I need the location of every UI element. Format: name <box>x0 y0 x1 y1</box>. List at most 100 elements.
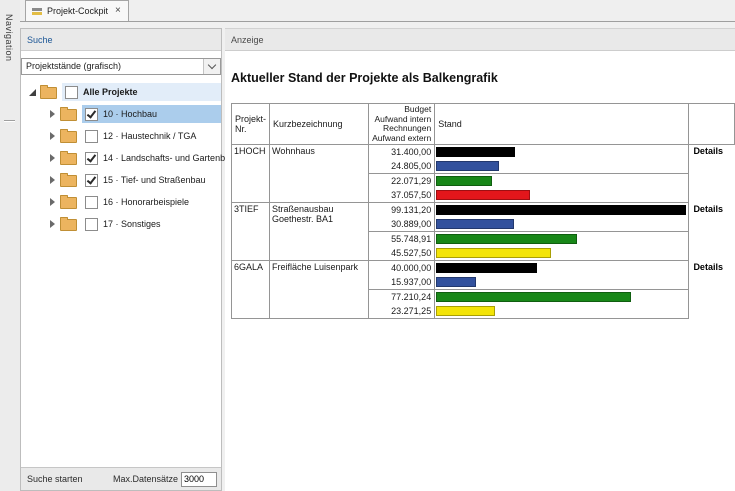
cell-value: 77.210,24 <box>369 290 435 305</box>
column-header-projekt-nr: Projekt-Nr. <box>232 104 270 145</box>
details-link[interactable]: Details <box>693 146 723 156</box>
max-records-input[interactable] <box>181 472 217 487</box>
projects-table-grid: Projekt-Nr.KurzbezeichnungBudgetAufwand … <box>231 103 735 319</box>
checkbox[interactable] <box>85 196 98 209</box>
cell-details: Details <box>689 203 735 261</box>
main-panel: Anzeige Aktueller Stand der Projekte als… <box>225 28 735 491</box>
cell-value: 99.131,20 <box>369 203 435 218</box>
tree-item[interactable]: 17 · Sonstiges <box>21 213 221 235</box>
cell-value: 24.805,00 <box>369 159 435 174</box>
cell-value: 40.000,00 <box>369 261 435 276</box>
tree-item[interactable]: 10 · Hochbau <box>21 103 221 125</box>
expander-icon[interactable] <box>46 132 58 140</box>
search-type-dropdown[interactable]: Projektstände (grafisch) <box>21 58 221 75</box>
cell-kurzbezeichnung: Wohnhaus <box>270 145 369 203</box>
tree-item-body: 10 · Hochbau <box>82 105 221 123</box>
tab-title: Projekt-Cockpit <box>47 6 108 16</box>
stand-bar <box>436 234 577 244</box>
search-type-dropdown-value: Projektstände (grafisch) <box>22 59 203 74</box>
tree-item-label: 14 · Landschafts- und Gartenbau <box>103 153 235 163</box>
expander-icon[interactable] <box>26 89 38 96</box>
tree-item[interactable]: 15 · Tief- und Straßenbau <box>21 169 221 191</box>
stand-bar <box>436 277 476 287</box>
expander-icon[interactable] <box>46 176 58 184</box>
sidebar-panel: Suche Projektstände (grafisch) Alle Proj… <box>20 28 222 491</box>
details-link[interactable]: Details <box>693 204 723 214</box>
projects-table: Projekt-Nr.KurzbezeichnungBudgetAufwand … <box>231 103 735 319</box>
folder-icon <box>60 219 77 231</box>
cell-kurzbezeichnung: Straßenausbau Goethestr. BA1 <box>270 203 369 261</box>
expander-icon[interactable] <box>46 220 58 228</box>
tree-item[interactable]: 16 · Honorarbeispiele <box>21 191 221 213</box>
expander-icon[interactable] <box>46 198 58 206</box>
sidebar-header: Suche <box>21 29 221 51</box>
checkbox[interactable] <box>85 130 98 143</box>
cell-value: 15.937,00 <box>369 275 435 290</box>
cell-kurzbezeichnung: Freifläche Luisenpark <box>270 261 369 319</box>
cell-stand <box>435 174 689 189</box>
page-title: Aktueller Stand der Projekte als Balkeng… <box>231 71 735 85</box>
tree-item-root[interactable]: Alle Projekte <box>21 81 221 103</box>
close-icon[interactable]: × <box>115 6 121 16</box>
tree-item-body: Alle Projekte <box>62 83 221 101</box>
details-link[interactable]: Details <box>693 262 723 272</box>
cell-stand <box>435 290 689 305</box>
max-records-label: Max.Datensätze <box>113 474 178 484</box>
cell-details: Details <box>689 145 735 203</box>
cell-stand <box>435 275 689 290</box>
tree-item[interactable]: 14 · Landschafts- und Gartenbau <box>21 147 221 169</box>
main-header-label: Anzeige <box>231 35 264 45</box>
folder-icon <box>60 175 77 187</box>
tree-item-label: 17 · Sonstiges <box>103 219 161 229</box>
cell-projekt-nr: 1HOCH <box>232 145 270 203</box>
splitter-grip[interactable] <box>4 120 15 121</box>
tree-item-body: 16 · Honorarbeispiele <box>82 193 221 211</box>
navigation-strip[interactable]: Navigation <box>0 0 20 491</box>
tree-item-label: 10 · Hochbau <box>103 109 157 119</box>
tree-item-label: 15 · Tief- und Straßenbau <box>103 175 206 185</box>
cell-projekt-nr: 3TIEF <box>232 203 270 261</box>
value-header-line: Aufwand extern <box>372 134 431 144</box>
folder-icon <box>60 153 77 165</box>
expander-icon[interactable] <box>46 110 58 118</box>
cell-stand <box>435 304 689 319</box>
checkbox[interactable] <box>85 108 98 121</box>
checkbox[interactable] <box>85 218 98 231</box>
column-header-details-spacer <box>689 104 735 145</box>
folder-icon <box>60 197 77 209</box>
cell-value: 31.400,00 <box>369 145 435 160</box>
tree-item-label: Alle Projekte <box>83 87 138 97</box>
tab-projekt-cockpit[interactable]: Projekt-Cockpit × <box>25 0 129 21</box>
cell-stand <box>435 232 689 247</box>
column-header-values: BudgetAufwand internRechnungenAufwand ex… <box>369 104 435 145</box>
app-window: Navigation Projekt-Cockpit × Suche Proje… <box>0 0 735 491</box>
expander-icon[interactable] <box>46 154 58 162</box>
cell-value: 55.748,91 <box>369 232 435 247</box>
tree-item-body: 12 · Haustechnik / TGA <box>82 127 221 145</box>
stand-bar <box>436 219 514 229</box>
cell-value: 45.527,50 <box>369 246 435 261</box>
cell-value: 30.889,00 <box>369 217 435 232</box>
cell-value: 23.271,25 <box>369 304 435 319</box>
tree-item-body: 17 · Sonstiges <box>82 215 221 233</box>
bar-chart-icon <box>32 7 42 16</box>
tree-item-body: 14 · Landschafts- und Gartenbau <box>82 149 238 167</box>
folder-icon <box>60 109 77 121</box>
sidebar-header-label: Suche <box>27 35 53 45</box>
cell-details: Details <box>689 261 735 319</box>
tree-item-label: 16 · Honorarbeispiele <box>103 197 189 207</box>
cell-stand <box>435 261 689 276</box>
main-header: Anzeige <box>225 29 735 51</box>
checkbox[interactable] <box>85 174 98 187</box>
checkbox[interactable] <box>85 152 98 165</box>
cell-projekt-nr: 6GALA <box>232 261 270 319</box>
checkbox[interactable] <box>65 86 78 99</box>
stand-bar <box>436 263 537 273</box>
cell-stand <box>435 203 689 218</box>
stand-bar <box>436 176 492 186</box>
dropdown-button[interactable] <box>203 59 220 74</box>
start-search-button[interactable]: Suche starten <box>27 474 83 484</box>
tree-item[interactable]: 12 · Haustechnik / TGA <box>21 125 221 147</box>
stand-bar <box>436 161 499 171</box>
stand-bar <box>436 292 631 302</box>
